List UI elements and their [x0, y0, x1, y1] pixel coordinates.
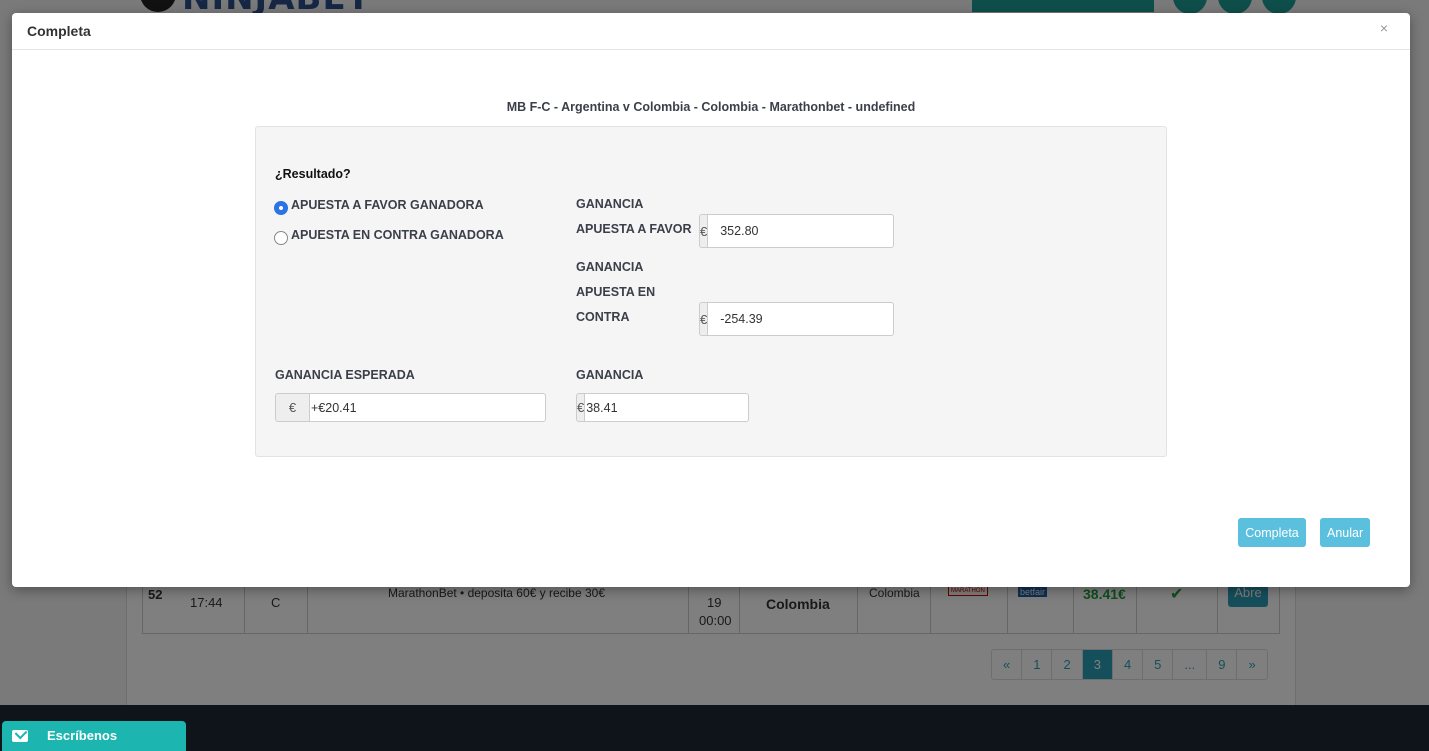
- label-line: APUESTA A FAVOR: [576, 222, 692, 236]
- chat-widget[interactable]: Escríbenos: [2, 721, 186, 751]
- label-line: APUESTA EN: [576, 285, 656, 299]
- label-line: CONTRA: [576, 310, 630, 324]
- radio-button[interactable]: [274, 201, 288, 215]
- mail-icon: [12, 730, 28, 742]
- euro-addon: €: [576, 393, 585, 422]
- lay-profit-group: €: [699, 302, 895, 336]
- profit-input[interactable]: [584, 393, 750, 422]
- modal-title: Completa: [27, 23, 91, 39]
- radio-lay-wins[interactable]: APUESTA EN CONTRA GANADORA: [274, 226, 504, 245]
- chat-label: Escríbenos: [47, 728, 118, 743]
- radio-label: APUESTA EN CONTRA GANADORA: [291, 228, 504, 242]
- euro-addon: €: [699, 302, 708, 336]
- label-line: GANANCIA: [576, 197, 644, 211]
- radio-label: APUESTA A FAVOR GANADORA: [291, 198, 484, 212]
- close-icon[interactable]: ×: [1380, 20, 1388, 36]
- modal-header: Completa ×: [12, 13, 1410, 50]
- result-form: ¿Resultado? APUESTA A FAVOR GANADORA APU…: [255, 126, 1167, 457]
- expected-profit-group: €: [275, 393, 546, 422]
- complete-modal: Completa × MB F-C - Argentina v Colombia…: [12, 13, 1410, 587]
- lay-profit-label: GANANCIA APUESTA EN CONTRA: [576, 255, 655, 330]
- profit-label: GANANCIA: [576, 368, 644, 382]
- expected-profit-label: GANANCIA ESPERADA: [275, 368, 415, 382]
- label-line: GANANCIA: [576, 260, 644, 274]
- radio-button[interactable]: [274, 231, 288, 245]
- lay-profit-input[interactable]: [707, 302, 895, 336]
- cancel-button[interactable]: Anular: [1320, 518, 1370, 547]
- back-profit-label: GANANCIA APUESTA A FAVOR: [576, 192, 692, 242]
- radio-back-wins[interactable]: APUESTA A FAVOR GANADORA: [274, 196, 484, 215]
- event-title: MB F-C - Argentina v Colombia - Colombia…: [506, 100, 916, 114]
- euro-addon: €: [275, 393, 309, 422]
- result-question: ¿Resultado?: [275, 167, 351, 181]
- expected-profit-input[interactable]: [309, 393, 546, 422]
- back-profit-input[interactable]: [707, 214, 895, 248]
- profit-group: €: [576, 393, 750, 422]
- complete-button[interactable]: Completa: [1238, 518, 1306, 547]
- back-profit-group: €: [699, 214, 895, 248]
- euro-addon: €: [699, 214, 708, 248]
